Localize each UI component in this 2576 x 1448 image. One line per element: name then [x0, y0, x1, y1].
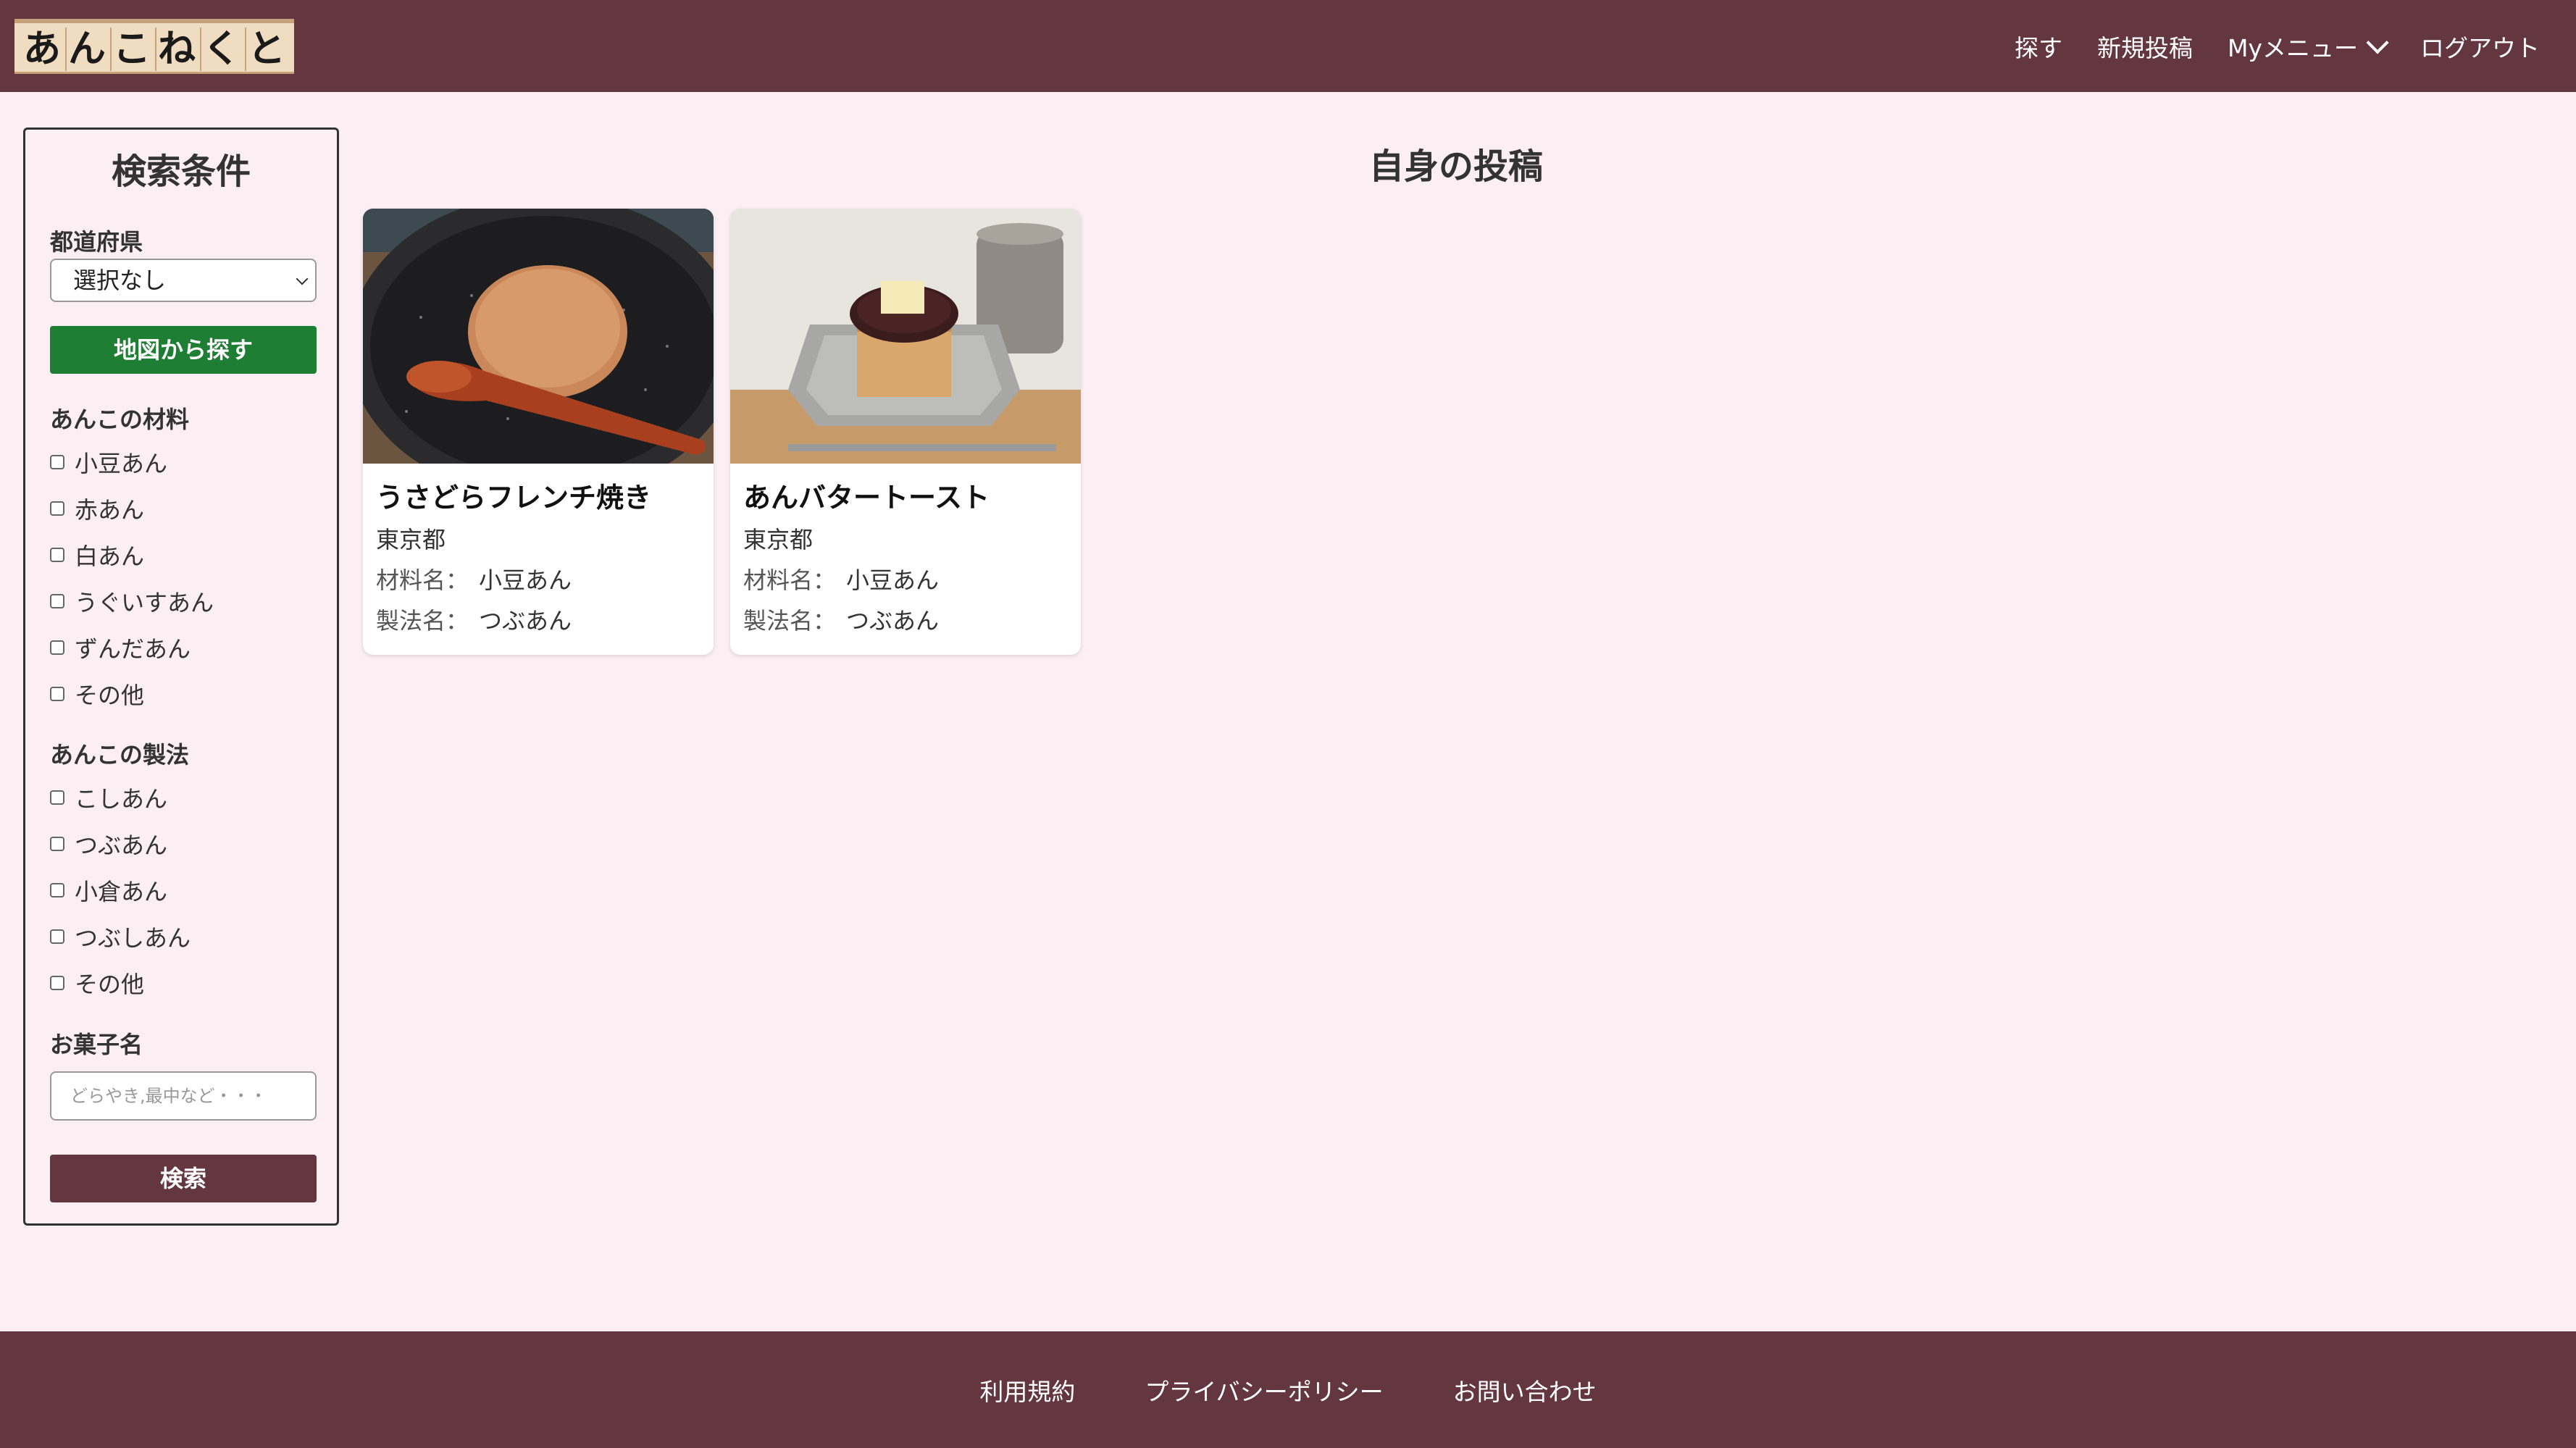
- logo-char: ん: [65, 28, 107, 71]
- method-option[interactable]: 小倉あん: [50, 874, 167, 907]
- method-option-label: 小倉あん: [75, 878, 168, 905]
- sweet-name-input[interactable]: どらやき,最中など・・・: [50, 1071, 317, 1121]
- material-value: 小豆あん: [846, 566, 940, 594]
- logo-char: く: [200, 28, 242, 71]
- method-option[interactable]: こしあん: [50, 781, 167, 814]
- post-material: 材料名： 小豆あん: [743, 562, 939, 595]
- page-title: 自身の投稿: [1368, 146, 1543, 187]
- nav-new-post-link[interactable]: 新規投稿: [2097, 29, 2193, 64]
- material-label: 材料名：: [376, 566, 469, 594]
- checkbox[interactable]: [50, 929, 64, 944]
- method-option[interactable]: つぶあん: [50, 827, 167, 861]
- prefecture-select[interactable]: 選択なし: [50, 259, 317, 302]
- method-label: 製法名：: [743, 607, 837, 635]
- prefecture-selected-value: 選択なし: [73, 267, 167, 294]
- material-option[interactable]: 白あん: [50, 538, 144, 572]
- material-option[interactable]: 赤あん: [50, 492, 144, 525]
- prefecture-label: 都道府県: [50, 228, 143, 256]
- method-option-label: つぶしあん: [75, 924, 191, 952]
- search-button[interactable]: 検索: [50, 1155, 317, 1202]
- method-option-label: こしあん: [75, 785, 168, 813]
- map-search-button[interactable]: 地図から探す: [50, 326, 317, 374]
- footer-bar: 利用規約 プライバシーポリシー お問い合わせ: [0, 1331, 2576, 1448]
- logo-char: と: [245, 28, 287, 71]
- material-option[interactable]: その他: [50, 677, 144, 711]
- footer-terms-link[interactable]: 利用規約: [979, 1373, 1075, 1407]
- method-value: つぶあん: [846, 607, 940, 635]
- dorayaki-plate-photo: [363, 209, 714, 464]
- methods-label: あんこの製法: [50, 741, 190, 769]
- search-sidebar: 検索条件 都道府県 選択なし 地図から探す あんこの材料 小豆あん 赤あん 白あ…: [23, 127, 339, 1226]
- material-option[interactable]: ずんだあん: [50, 631, 191, 664]
- material-option-label: 赤あん: [75, 496, 145, 524]
- post-prefecture: 東京都: [743, 526, 814, 553]
- post-card[interactable]: うさどらフレンチ焼き 東京都 材料名： 小豆あん 製法名： つぶあん: [363, 209, 714, 655]
- checkbox[interactable]: [50, 837, 64, 851]
- anko-butter-toast-photo: [730, 209, 1081, 464]
- post-method: 製法名： つぶあん: [743, 603, 939, 636]
- logo-char: こ: [110, 28, 152, 71]
- checkbox[interactable]: [50, 976, 64, 990]
- method-option-label: つぶあん: [75, 832, 168, 859]
- checkbox[interactable]: [50, 883, 64, 897]
- post-method: 製法名： つぶあん: [376, 603, 572, 636]
- material-value: 小豆あん: [479, 566, 572, 594]
- logo-char: ね: [155, 28, 197, 71]
- main-nav: 探す 新規投稿 Myメニュー ログアウト: [2015, 0, 2540, 92]
- logo-char: あ: [22, 28, 61, 71]
- material-option[interactable]: うぐいすあん: [50, 585, 214, 618]
- footer-privacy-link[interactable]: プライバシーポリシー: [1145, 1373, 1383, 1407]
- chevron-down-icon: [296, 272, 309, 285]
- nav-logout-link[interactable]: ログアウト: [2420, 29, 2540, 64]
- site-logo[interactable]: あ ん こ ね く と: [14, 19, 294, 74]
- material-option-label: ずんだあん: [75, 635, 191, 663]
- method-label: 製法名：: [376, 607, 469, 635]
- sweet-name-placeholder: どらやき,最中など・・・: [70, 1086, 267, 1106]
- sweet-name-label: お菓子名: [50, 1031, 143, 1058]
- my-menu-label: Myメニュー: [2227, 33, 2358, 62]
- header-bar: あ ん こ ね く と 探す 新規投稿 Myメニュー ログアウト: [0, 0, 2576, 92]
- material-option-label: 白あん: [75, 543, 145, 570]
- materials-label: あんこの材料: [50, 406, 190, 433]
- checkbox[interactable]: [50, 687, 64, 701]
- nav-my-menu-dropdown[interactable]: Myメニュー: [2227, 29, 2389, 64]
- method-option[interactable]: つぶしあん: [50, 920, 191, 953]
- checkbox[interactable]: [50, 501, 64, 516]
- material-option-label: うぐいすあん: [75, 589, 214, 616]
- nav-search-link[interactable]: 探す: [2015, 29, 2062, 64]
- method-value: つぶあん: [479, 607, 572, 635]
- checkbox[interactable]: [50, 790, 64, 805]
- material-option-label: その他: [75, 682, 145, 709]
- checkbox[interactable]: [50, 548, 64, 562]
- post-prefecture: 東京都: [376, 526, 446, 553]
- checkbox[interactable]: [50, 455, 64, 469]
- chevron-down-icon: [2366, 30, 2389, 54]
- post-title: うさどらフレンチ焼き: [376, 482, 652, 514]
- post-material: 材料名： 小豆あん: [376, 562, 572, 595]
- material-label: 材料名：: [743, 566, 837, 594]
- method-option[interactable]: その他: [50, 966, 144, 1000]
- post-card[interactable]: あんバタートースト 東京都 材料名： 小豆あん 製法名： つぶあん: [730, 209, 1081, 655]
- checkbox[interactable]: [50, 640, 64, 655]
- material-option-label: 小豆あん: [75, 450, 168, 477]
- post-title: あんバタートースト: [743, 482, 990, 514]
- footer-contact-link[interactable]: お問い合わせ: [1453, 1373, 1597, 1407]
- method-option-label: その他: [75, 971, 145, 998]
- sidebar-title: 検索条件: [111, 151, 251, 192]
- material-option[interactable]: 小豆あん: [50, 445, 167, 479]
- checkbox[interactable]: [50, 594, 64, 608]
